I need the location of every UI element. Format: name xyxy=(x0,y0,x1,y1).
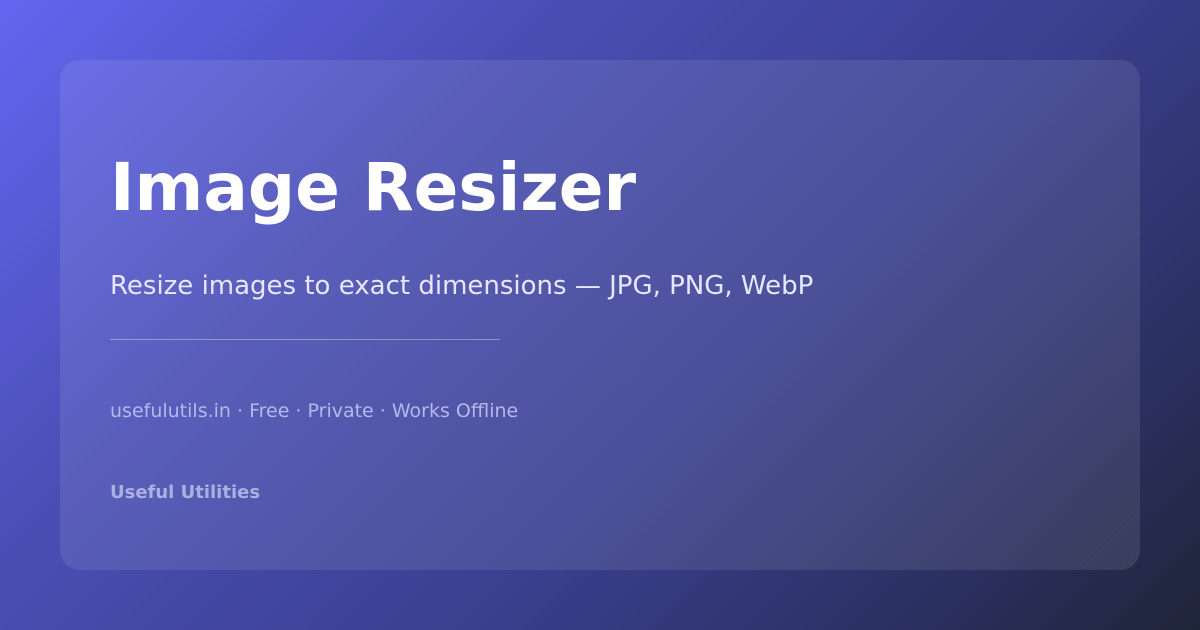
brand-name: Useful Utilities xyxy=(110,482,261,503)
page-subtitle: Resize images to exact dimensions — JPG,… xyxy=(110,271,814,301)
page-title: Image Resizer xyxy=(110,149,637,226)
corner-texture xyxy=(1020,500,1140,570)
og-banner: { "card": { "title": "Image Resizer", "s… xyxy=(0,0,1200,630)
site-meta: usefulutils.in · Free · Private · Works … xyxy=(110,400,519,422)
banner-card: Image Resizer Resize images to exact dim… xyxy=(60,60,1140,570)
divider xyxy=(110,339,500,340)
